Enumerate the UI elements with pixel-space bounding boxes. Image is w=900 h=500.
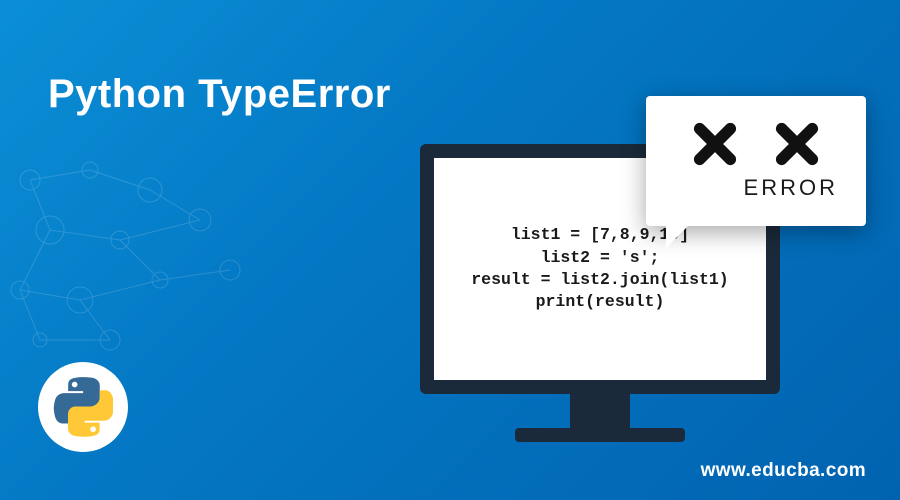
close-icon xyxy=(692,121,738,167)
error-label: ERROR xyxy=(744,175,838,201)
website-url: www.educba.com xyxy=(701,460,866,482)
python-icon xyxy=(53,377,113,437)
code-line-4: print(result) xyxy=(471,291,728,313)
close-icon xyxy=(774,121,820,167)
python-logo xyxy=(38,362,128,452)
decorative-dots xyxy=(0,160,280,360)
code-line-2: list2 = 's'; xyxy=(471,247,728,269)
monitor-stand xyxy=(570,394,630,428)
monitor-base xyxy=(515,428,685,442)
error-popup: ERROR xyxy=(646,96,866,226)
code-line-3: result = list2.join(list1) xyxy=(471,269,728,291)
page-title: Python TypeError xyxy=(48,72,391,117)
